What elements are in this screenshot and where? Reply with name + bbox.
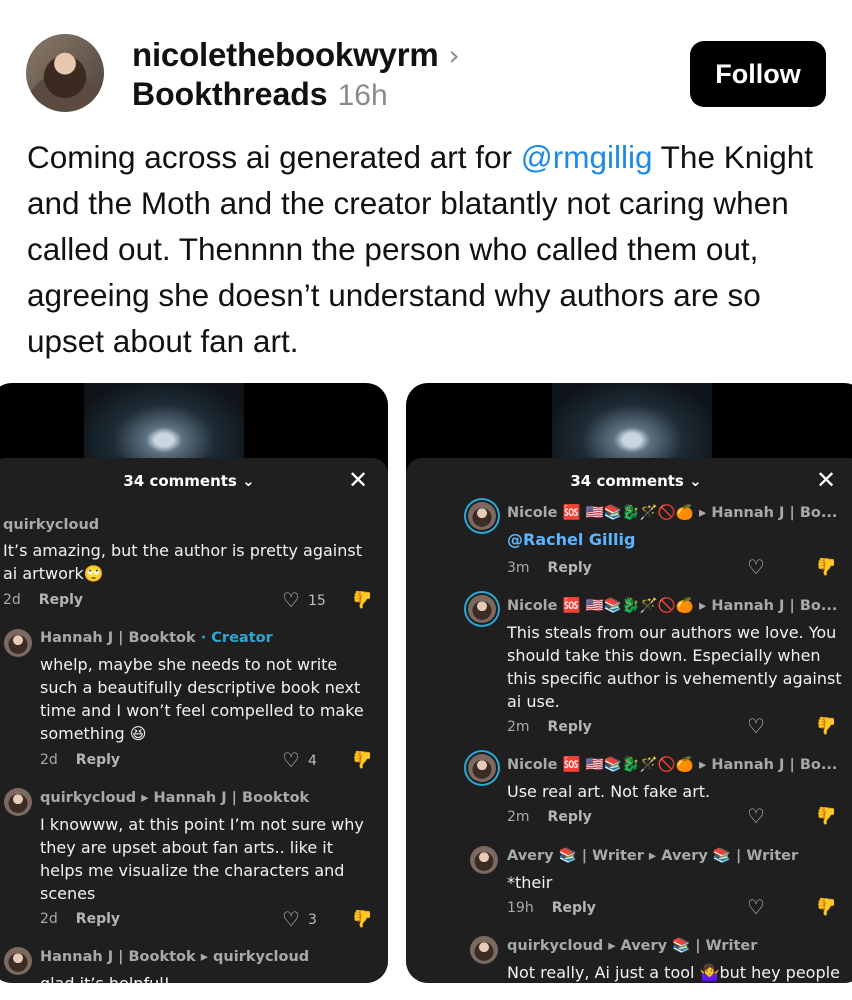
comment-meta: 2m Reply bbox=[507, 809, 592, 825]
reply-button[interactable]: Reply bbox=[76, 911, 120, 927]
author-username[interactable]: nicolethebookwyrm bbox=[132, 36, 439, 74]
comment-meta: 3m Reply bbox=[507, 560, 592, 576]
heart-icon[interactable]: ♡ bbox=[747, 714, 765, 738]
comment-text: glad it’s helpful! bbox=[40, 972, 375, 983]
comment-text: I knowww, at this point I’m not sure why… bbox=[40, 815, 364, 903]
video-thumbnail bbox=[552, 383, 712, 459]
thumbs-down-icon[interactable]: 👍 bbox=[816, 896, 837, 916]
comment-author[interactable]: Nicole 🆘 🇺🇸📚🐉🪄🚫🍊 ▸ Hannah J | Bo... bbox=[507, 756, 837, 773]
comment-author[interactable]: Nicole 🆘 🇺🇸📚🐉🪄🚫🍊 ▸ Hannah J | Bo... bbox=[507, 504, 837, 521]
heart-icon[interactable]: ♡ bbox=[747, 804, 765, 828]
avatar[interactable] bbox=[468, 595, 496, 623]
chevron-right-icon: › bbox=[448, 38, 460, 72]
avatar[interactable] bbox=[470, 846, 498, 874]
comment-text: *their bbox=[507, 873, 553, 892]
thumbs-down-icon[interactable]: 👍 bbox=[816, 805, 837, 825]
avatar[interactable] bbox=[4, 947, 32, 975]
comment-text: Use real art. Not fake art. bbox=[507, 782, 711, 801]
comment-author-name[interactable]: Hannah J | Booktok bbox=[40, 630, 196, 646]
comment-author[interactable]: Hannah J | Booktok ▸ quirkycloud bbox=[40, 949, 309, 965]
comment-meta: 2d Reply bbox=[40, 752, 120, 768]
community-name[interactable]: Bookthreads bbox=[132, 76, 328, 113]
thumbs-down-icon[interactable]: 👍 bbox=[816, 556, 837, 576]
comments-count[interactable]: 34 comments ⌄ bbox=[406, 472, 852, 490]
thumbs-down-icon[interactable]: 👍 bbox=[352, 589, 373, 609]
reply-button[interactable]: Reply bbox=[552, 900, 596, 916]
thumbs-down-icon[interactable]: 👍 bbox=[816, 715, 837, 735]
reply-button[interactable]: Reply bbox=[548, 560, 592, 576]
comment-author[interactable]: quirkycloud ▸ Avery 📚 | Writer bbox=[507, 937, 757, 954]
comment-age: 2m bbox=[507, 809, 530, 825]
avatar[interactable] bbox=[4, 629, 32, 657]
like-count: 4 bbox=[308, 753, 317, 769]
thumbs-down-icon[interactable]: 👍 bbox=[352, 749, 373, 769]
like-count: 15 bbox=[308, 593, 326, 609]
author-row: nicolethebookwyrm › bbox=[132, 36, 460, 74]
comment-age: 2d bbox=[40, 752, 58, 768]
screenshot-left[interactable]: 34 comments ⌄ ✕ quirkycloud It’s amazing… bbox=[0, 383, 388, 983]
video-thumbnail bbox=[84, 383, 244, 459]
comments-sheet: 34 comments ⌄ ✕ Nicole 🆘 🇺🇸📚🐉🪄🚫🍊 ▸ Hanna… bbox=[406, 458, 852, 983]
comment-meta: 2m Reply bbox=[507, 719, 592, 735]
avatar[interactable] bbox=[468, 754, 496, 782]
avatar[interactable] bbox=[468, 502, 496, 530]
comment-author[interactable]: quirkycloud ▸ Hannah J | Booktok bbox=[40, 790, 309, 806]
reply-button[interactable]: Reply bbox=[39, 592, 83, 608]
comment-text: It’s amazing, but the author is pretty a… bbox=[3, 541, 362, 583]
reply-button[interactable]: Reply bbox=[548, 809, 592, 825]
comment-author[interactable]: Hannah J | Booktok · Creator bbox=[40, 630, 273, 646]
comment-author[interactable]: Avery 📚 | Writer ▸ Avery 📚 | Writer bbox=[507, 847, 798, 864]
comment-meta: 2d Reply bbox=[40, 911, 120, 927]
comment-author[interactable]: Nicole 🆘 🇺🇸📚🐉🪄🚫🍊 ▸ Hannah J | Bo... bbox=[507, 597, 837, 614]
like-count: 3 bbox=[308, 912, 317, 928]
post-text-start: Coming across ai generated art for bbox=[27, 139, 521, 175]
heart-icon[interactable]: ♡ bbox=[282, 907, 300, 931]
comment-age: 3m bbox=[507, 560, 530, 576]
comment-text: whelp, maybe she needs to not write such… bbox=[40, 655, 364, 743]
comment-meta: 19h Reply bbox=[507, 900, 596, 916]
thumbs-down-icon[interactable]: 👍 bbox=[352, 908, 373, 928]
reply-button[interactable]: Reply bbox=[76, 752, 120, 768]
comment-meta: 2d Reply bbox=[3, 592, 83, 608]
author-avatar[interactable] bbox=[26, 34, 104, 112]
comment-age: 2d bbox=[40, 911, 58, 927]
comment-age: 19h bbox=[507, 900, 534, 916]
screenshot-right[interactable]: 34 comments ⌄ ✕ Nicole 🆘 🇺🇸📚🐉🪄🚫🍊 ▸ Hanna… bbox=[406, 383, 852, 983]
reply-button[interactable]: Reply bbox=[548, 719, 592, 735]
comment-age: 2m bbox=[507, 719, 530, 735]
post-body: Coming across ai generated art for @rmgi… bbox=[27, 134, 827, 364]
follow-button[interactable]: Follow bbox=[690, 41, 826, 107]
comment-author[interactable]: quirkycloud bbox=[3, 517, 99, 533]
post-meta: Bookthreads 16h bbox=[132, 76, 388, 113]
comments-count[interactable]: 34 comments ⌄ bbox=[0, 472, 388, 490]
comment-text: Not really, Ai just a tool 🤷‍♀️but hey p… bbox=[507, 963, 840, 982]
close-icon[interactable]: ✕ bbox=[816, 466, 836, 494]
creator-badge: · Creator bbox=[200, 630, 273, 646]
mention-link[interactable]: @rmgillig bbox=[521, 139, 653, 175]
heart-icon[interactable]: ♡ bbox=[747, 555, 765, 579]
heart-icon[interactable]: ♡ bbox=[282, 748, 300, 772]
comments-sheet: 34 comments ⌄ ✕ quirkycloud It’s amazing… bbox=[0, 458, 388, 983]
avatar[interactable] bbox=[470, 936, 498, 964]
post-time: 16h bbox=[337, 79, 388, 112]
close-icon[interactable]: ✕ bbox=[348, 466, 368, 494]
comment-age: 2d bbox=[3, 592, 21, 608]
mention-link[interactable]: @Rachel Gillig bbox=[507, 528, 847, 551]
comment-text: This steals from our authors we love. Yo… bbox=[507, 623, 842, 711]
avatar[interactable] bbox=[4, 788, 32, 816]
heart-icon[interactable]: ♡ bbox=[282, 588, 300, 612]
heart-icon[interactable]: ♡ bbox=[747, 895, 765, 919]
